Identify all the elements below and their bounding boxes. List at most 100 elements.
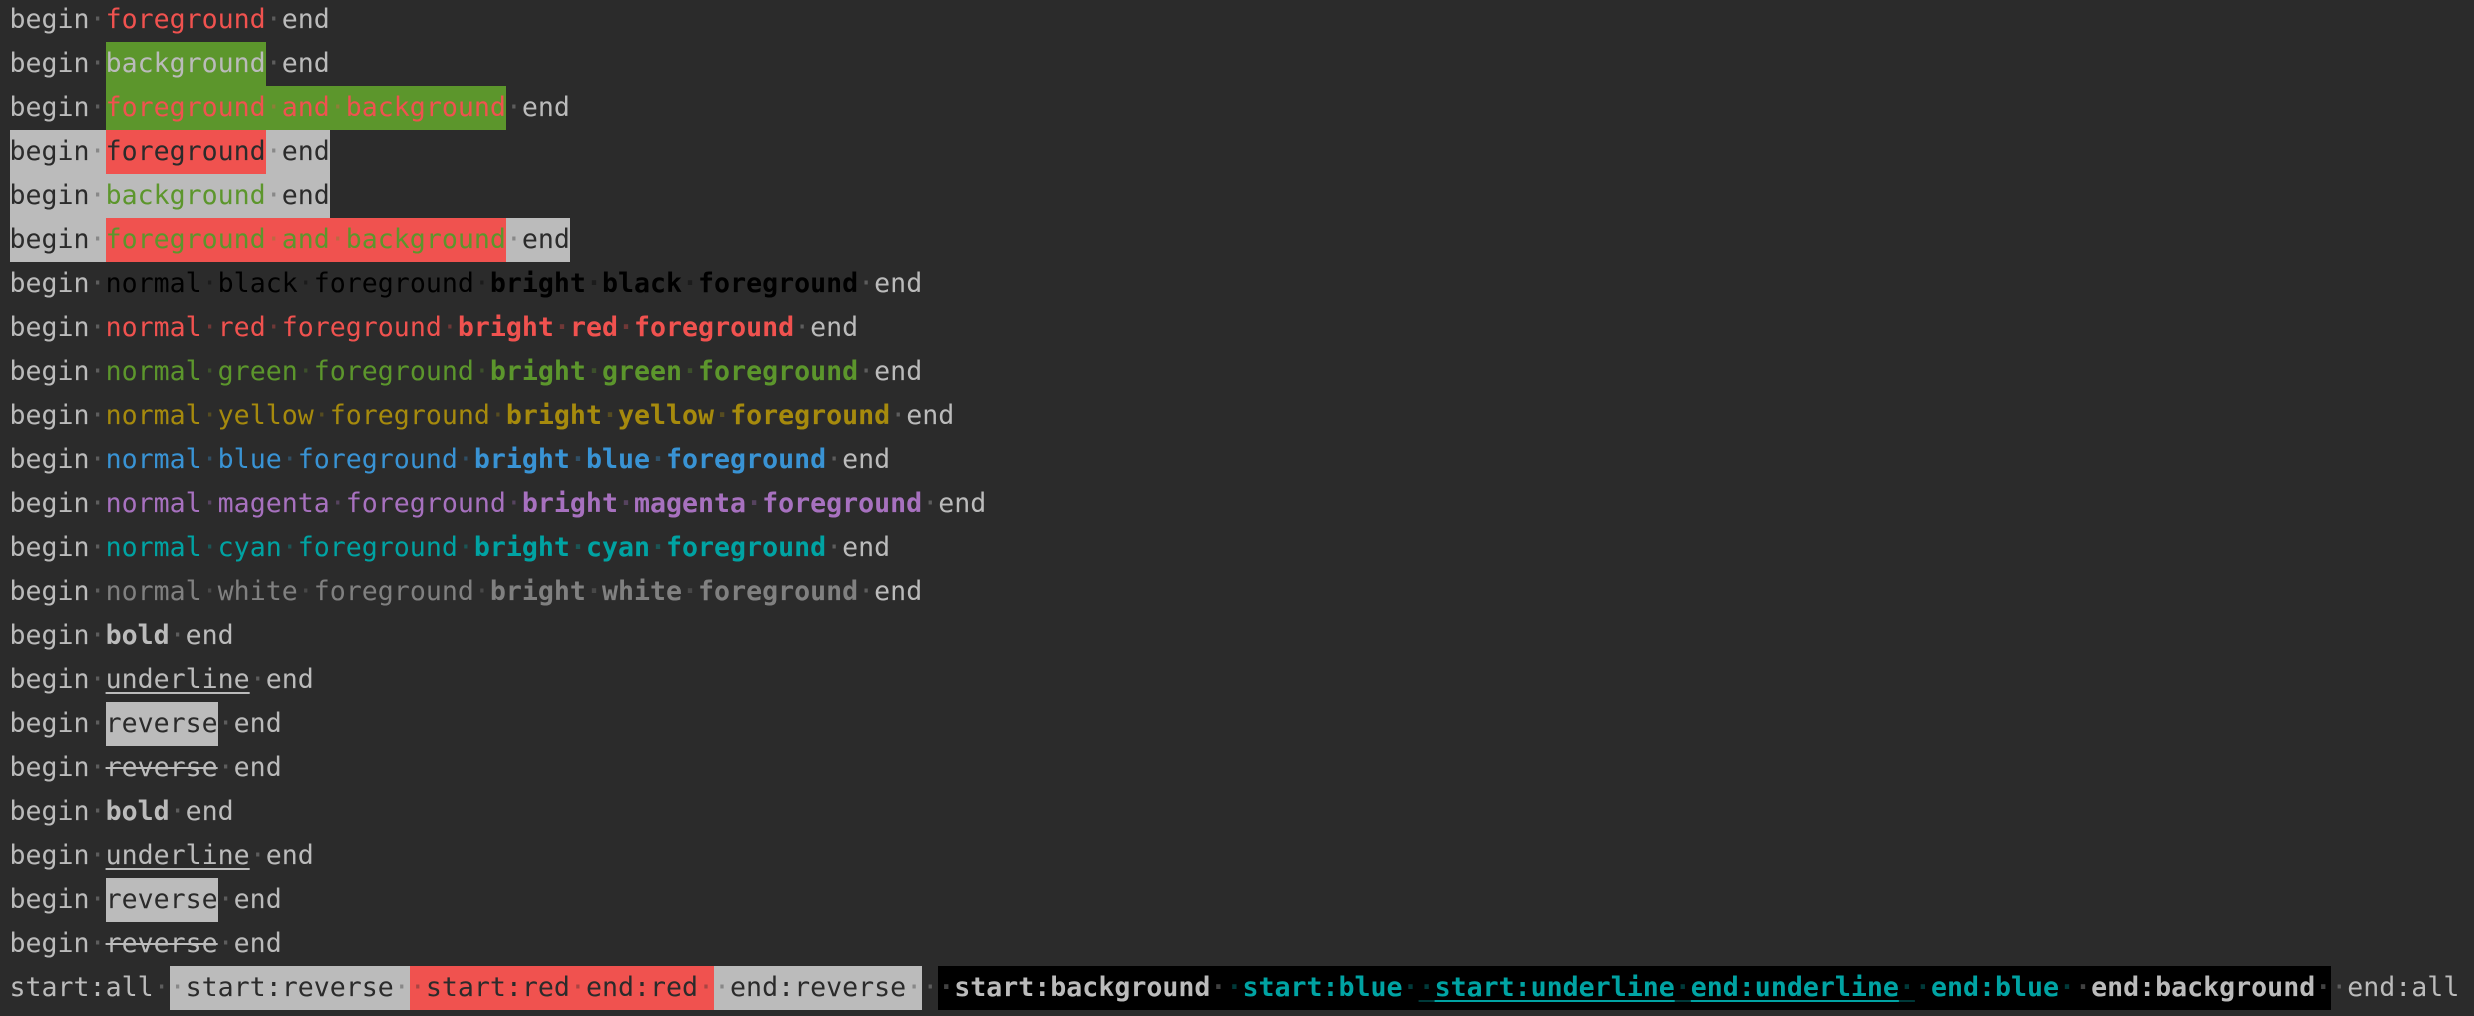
whitespace-dot: · bbox=[201, 444, 218, 475]
text-segment: reverse bbox=[105, 752, 218, 783]
text-segment: begin· bbox=[9, 752, 106, 783]
text-segment: reverse bbox=[105, 878, 218, 922]
text-segment: bright·yellow·foreground bbox=[505, 400, 891, 431]
whitespace-dot: · bbox=[457, 532, 474, 563]
text-segment: normal·red·foreground· bbox=[105, 312, 458, 343]
text-segment: ·end bbox=[217, 884, 282, 915]
whitespace-dot: · bbox=[201, 312, 218, 343]
whitespace-dot: · bbox=[89, 48, 106, 79]
whitespace-dot: · bbox=[457, 444, 474, 475]
terminal-line: begin·normal·green·foreground·bright·gre… bbox=[10, 350, 2460, 394]
terminal-line: begin·foreground·end bbox=[9, 130, 2460, 174]
whitespace-dot: · bbox=[89, 796, 106, 827]
whitespace-dot: · bbox=[698, 972, 715, 1003]
whitespace-dot: · bbox=[906, 972, 923, 1003]
terminal-line: begin·normal·black·foreground·bright·bla… bbox=[10, 262, 2460, 306]
whitespace-dot: · bbox=[89, 224, 106, 255]
text-segment: begin· bbox=[9, 218, 106, 262]
whitespace-dot: · bbox=[553, 312, 570, 343]
terminal-line: begin·underline·end bbox=[10, 834, 2460, 878]
text-segment: begin· bbox=[9, 928, 106, 959]
text-segment: begin· bbox=[9, 840, 106, 871]
whitespace-dot: · bbox=[265, 224, 282, 255]
text-segment: background bbox=[105, 42, 266, 86]
whitespace-dot: · bbox=[1210, 972, 1227, 1003]
whitespace-dot: · bbox=[505, 224, 522, 255]
whitespace-dot: · bbox=[265, 92, 282, 123]
text-segment: ·end:all bbox=[2331, 972, 2460, 1003]
text-segment: reverse bbox=[105, 928, 218, 959]
text-segment: begin· bbox=[9, 620, 106, 651]
text-segment: begin· bbox=[9, 4, 106, 35]
text-segment: begin· bbox=[9, 48, 106, 79]
whitespace-dot: · bbox=[153, 972, 170, 1003]
whitespace-dot: · bbox=[505, 92, 522, 123]
text-segment: ·end:background· bbox=[2075, 966, 2332, 1010]
text-segment: normal·cyan·foreground· bbox=[105, 532, 474, 563]
whitespace-dot: · bbox=[89, 400, 106, 431]
text-segment: normal·blue·foreground· bbox=[105, 444, 474, 475]
whitespace-dot: · bbox=[682, 576, 699, 607]
whitespace-dot: · bbox=[297, 356, 314, 387]
whitespace-dot: · bbox=[2315, 972, 2332, 1003]
text-segment: normal·black·foreground· bbox=[105, 268, 490, 299]
text-segment: ·end bbox=[505, 92, 570, 123]
text-segment: ·end bbox=[249, 840, 314, 871]
whitespace-dot: · bbox=[89, 312, 106, 343]
whitespace-dot: · bbox=[505, 488, 522, 519]
whitespace-dot: · bbox=[89, 708, 106, 739]
terminal-line: begin·background·end bbox=[10, 42, 2460, 86]
terminal-line: begin·reverse·end bbox=[10, 746, 2460, 790]
terminal-line: begin·underline·end bbox=[10, 658, 2460, 702]
text-segment: normal·white·foreground· bbox=[105, 576, 490, 607]
text-segment: ·end bbox=[265, 48, 330, 79]
whitespace-dot: · bbox=[409, 972, 426, 1003]
whitespace-dot: · bbox=[858, 576, 875, 607]
whitespace-dot: · bbox=[569, 444, 586, 475]
text-segment: ·start:background· bbox=[938, 966, 1227, 1010]
text-segment: ·end bbox=[217, 708, 282, 739]
whitespace-dot: · bbox=[569, 972, 586, 1003]
terminal-output: begin·foreground·end begin·background·end… bbox=[9, 0, 2460, 1010]
whitespace-dot: · bbox=[826, 532, 843, 563]
whitespace-dot: · bbox=[89, 180, 106, 211]
whitespace-dot: · bbox=[201, 488, 218, 519]
text-segment: ·end:reverse· bbox=[714, 966, 923, 1010]
text-segment: ·end bbox=[826, 532, 891, 563]
text-segment: underline bbox=[105, 664, 250, 695]
whitespace-dot: · bbox=[858, 268, 875, 299]
whitespace-dot: · bbox=[249, 840, 266, 871]
text-segment: ·end bbox=[858, 576, 923, 607]
whitespace-dot: · bbox=[217, 708, 234, 739]
whitespace-dot: · bbox=[265, 180, 282, 211]
whitespace-dot: · bbox=[1914, 972, 1931, 1003]
text-segment: ·start:red·end:red· bbox=[409, 966, 715, 1010]
whitespace-dot: · bbox=[313, 400, 330, 431]
whitespace-dot: · bbox=[2059, 972, 2076, 1003]
text-segment: begin· bbox=[9, 708, 106, 739]
text-segment: bright·magenta·foreground bbox=[521, 488, 923, 519]
whitespace-dot: · bbox=[714, 972, 731, 1003]
text-segment: ·end bbox=[169, 620, 234, 651]
whitespace-dot: · bbox=[169, 972, 186, 1003]
text-segment: ·start:underline·end:underline· bbox=[1418, 966, 1915, 1010]
terminal-line: start:all··start:reverse··start:red·end:… bbox=[10, 966, 2460, 1010]
whitespace-dot: · bbox=[714, 400, 731, 431]
whitespace-dot: · bbox=[217, 884, 234, 915]
text-segment: bright·red·foreground bbox=[457, 312, 795, 343]
text-segment: ·end bbox=[858, 268, 923, 299]
whitespace-dot: · bbox=[297, 576, 314, 607]
terminal-line: begin·normal·red·foreground·bright·red·f… bbox=[10, 306, 2460, 350]
text-segment: ·end bbox=[826, 444, 891, 475]
text-segment: foreground·and·background bbox=[105, 86, 506, 130]
text-segment: begin· bbox=[9, 92, 106, 123]
text-segment: ·end bbox=[169, 796, 234, 827]
whitespace-dot: · bbox=[617, 488, 634, 519]
text-segment: bold bbox=[105, 796, 170, 827]
terminal-line: begin·normal·white·foreground·bright·whi… bbox=[10, 570, 2460, 614]
text-segment: foreground bbox=[105, 4, 266, 35]
text-segment: foreground bbox=[105, 130, 266, 174]
whitespace-dot: · bbox=[1674, 972, 1691, 1003]
text-segment: ·end bbox=[505, 218, 570, 262]
text-segment: begin· bbox=[9, 884, 106, 915]
